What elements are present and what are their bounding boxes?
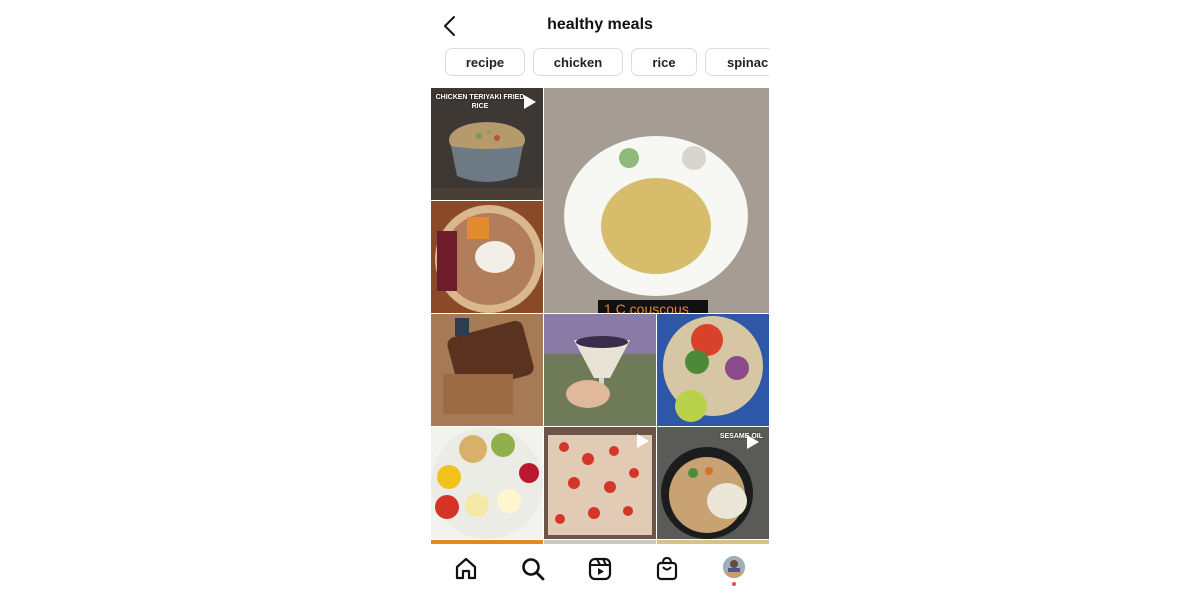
- explore-screen: healthy meals recipe chicken rice spinac…: [431, 0, 769, 600]
- couscous-bowl-image: [544, 88, 769, 313]
- grid-tile-couscous[interactable]: 1 C couscous: [544, 88, 769, 313]
- grid-tile-banana-bread[interactable]: [431, 314, 543, 426]
- chickpea-salad-image: [431, 427, 543, 539]
- explore-grid: CHICKEN TERIYAKI FRIED RICE 1 C couscous: [431, 88, 769, 544]
- bottom-nav: [431, 544, 769, 600]
- chip-rice[interactable]: rice: [631, 48, 697, 76]
- grid-tile-oatmeal[interactable]: [431, 201, 543, 313]
- taco-salad-image: [657, 314, 769, 426]
- grid-tile-chickpea-salad[interactable]: [431, 427, 543, 539]
- video-play-icon: [524, 95, 536, 109]
- header: healthy meals: [431, 0, 769, 48]
- grid-tile-teriyaki-rice[interactable]: CHICKEN TERIYAKI FRIED RICE: [431, 88, 543, 200]
- grid-tile-sesame-oil[interactable]: SESAME OIL: [657, 427, 769, 539]
- tag-chips: recipe chicken rice spinach: [445, 48, 769, 78]
- notification-dot: [732, 582, 736, 586]
- tile-overlay-text: CHICKEN TERIYAKI FRIED RICE: [435, 94, 525, 110]
- video-play-icon: [747, 435, 759, 449]
- video-play-icon: [637, 434, 649, 448]
- chip-chicken[interactable]: chicken: [533, 48, 623, 76]
- avatar: [723, 556, 745, 578]
- shopping-bag-icon[interactable]: [654, 556, 680, 582]
- grid-tile-sheet-pan[interactable]: [544, 427, 656, 539]
- chip-spinach[interactable]: spinach: [705, 48, 769, 76]
- chip-recipe[interactable]: recipe: [445, 48, 525, 76]
- reels-icon[interactable]: [587, 556, 613, 582]
- home-icon[interactable]: [453, 556, 479, 582]
- parfait-image: [544, 314, 656, 426]
- profile-avatar[interactable]: [723, 556, 745, 578]
- oatmeal-bowl-image: [431, 201, 543, 313]
- page-title: healthy meals: [547, 16, 653, 33]
- grid-tile-parfait[interactable]: [544, 314, 656, 426]
- banana-bread-image: [431, 314, 543, 426]
- grid-tile-taco-salad[interactable]: [657, 314, 769, 426]
- tile-caption: 1 C couscous: [604, 301, 689, 313]
- search-icon[interactable]: [520, 556, 546, 582]
